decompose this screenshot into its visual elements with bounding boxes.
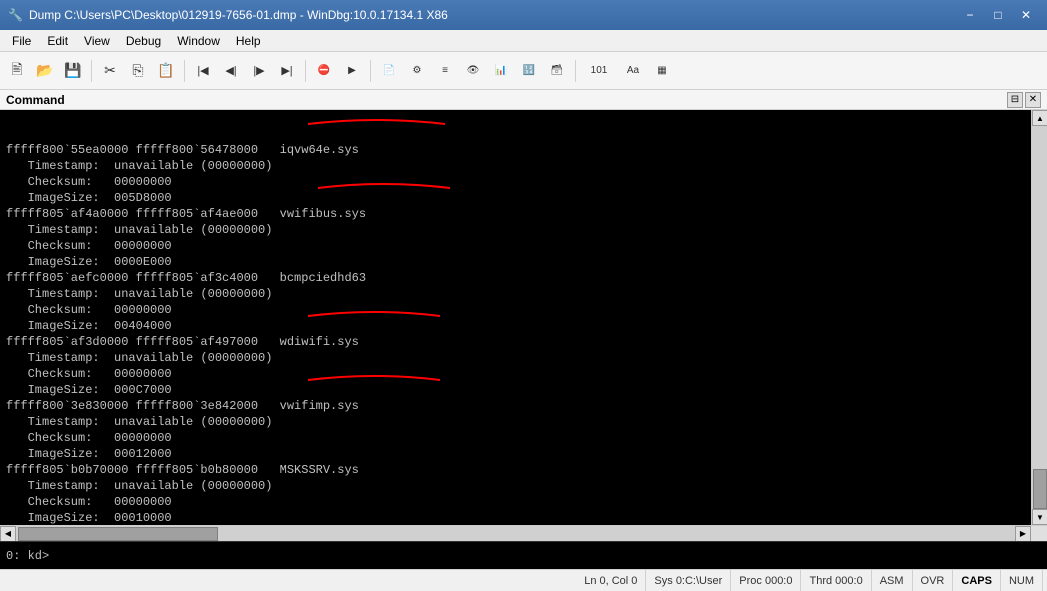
output-line: ImageSize: 00010000 — [6, 510, 1029, 525]
output-line: fffff805`af3d0000 fffff805`af497000 wdiw… — [6, 334, 1029, 350]
output-content: fffff800`55ea0000 fffff800`56478000 iqvw… — [6, 142, 1029, 525]
toolbar-sep-4 — [370, 60, 371, 82]
output-line: ImageSize: 000C7000 — [6, 382, 1029, 398]
toolbar-btn-break[interactable]: ⛔ — [311, 58, 337, 84]
horizontal-scrollbar[interactable]: ◀ ▶ — [0, 526, 1031, 542]
command-panel-header: Command ⊟ ✕ — [0, 90, 1047, 110]
minimize-button[interactable]: − — [957, 5, 983, 25]
toolbar-btn-paste[interactable]: 📋 — [153, 58, 179, 84]
toolbar-sep-2 — [184, 60, 185, 82]
panel-dock-button[interactable]: ⊟ — [1007, 92, 1023, 108]
hscroll-left-arrow[interactable]: ◀ — [0, 526, 16, 542]
hscroll-container: ◀ ▶ — [0, 525, 1047, 541]
toolbar-btn-locals[interactable]: ≡ — [432, 58, 458, 84]
toolbar-btn-8[interactable]: ▶| — [274, 58, 300, 84]
vscroll-track[interactable] — [1032, 126, 1047, 509]
toolbar-btn-call[interactable]: 101 — [581, 58, 617, 84]
toolbar-btn-6[interactable]: ◀| — [218, 58, 244, 84]
command-input[interactable] — [53, 549, 1041, 563]
app-icon: 🔧 — [8, 8, 23, 22]
command-prompt: 0: kd> — [6, 549, 49, 563]
status-proc: Proc 000:0 — [731, 570, 801, 591]
vscroll-down-arrow[interactable]: ▼ — [1032, 509, 1047, 525]
output-line: Timestamp: unavailable (00000000) — [6, 286, 1029, 302]
toolbar-btn-font[interactable]: Aa — [619, 58, 647, 84]
output-line: fffff800`55ea0000 fffff800`56478000 iqvw… — [6, 142, 1029, 158]
output-line: fffff805`b0b70000 fffff805`b0b80000 MSKS… — [6, 462, 1029, 478]
menu-edit[interactable]: Edit — [39, 30, 76, 51]
output-line: Timestamp: unavailable (00000000) — [6, 414, 1029, 430]
output-line: Timestamp: unavailable (00000000) — [6, 350, 1029, 366]
toolbar-btn-regs[interactable]: 🔢 — [516, 58, 542, 84]
window-title: Dump C:\Users\PC\Desktop\012919-7656-01.… — [29, 8, 448, 22]
output-line: Checksum: 00000000 — [6, 366, 1029, 382]
vertical-scrollbar[interactable]: ▲ ▼ — [1031, 110, 1047, 525]
toolbar-btn-cut[interactable]: ✂ — [97, 58, 123, 84]
toolbar-btn-new[interactable]: 🖹 — [4, 58, 30, 84]
toolbar-btn-copy[interactable]: ⎘ — [125, 58, 151, 84]
status-asm: ASM — [872, 570, 913, 591]
menu-file[interactable]: File — [4, 30, 39, 51]
output-line: fffff805`aefc0000 fffff805`af3c4000 bcmp… — [6, 270, 1029, 286]
menu-help[interactable]: Help — [228, 30, 269, 51]
output-line: Checksum: 00000000 — [6, 430, 1029, 446]
toolbar-btn-asm[interactable]: ⚙ — [404, 58, 430, 84]
output-line: Timestamp: unavailable (00000000) — [6, 222, 1029, 238]
status-caps: CAPS — [953, 570, 1001, 591]
status-ln-col: Ln 0, Col 0 — [576, 570, 646, 591]
toolbar-btn-save[interactable]: 💾 — [60, 58, 86, 84]
scroll-corner — [1031, 526, 1047, 542]
output-line: ImageSize: 0000E000 — [6, 254, 1029, 270]
toolbar-sep-3 — [305, 60, 306, 82]
output-line: Timestamp: unavailable (00000000) — [6, 478, 1029, 494]
status-thrd: Thrd 000:0 — [801, 570, 871, 591]
output-line: Checksum: 00000000 — [6, 302, 1029, 318]
vscroll-thumb[interactable] — [1033, 469, 1047, 509]
maximize-button[interactable]: □ — [985, 5, 1011, 25]
panel-close-button[interactable]: ✕ — [1025, 92, 1041, 108]
command-input-area: 0: kd> — [0, 541, 1047, 569]
output-line: fffff800`3e830000 fffff800`3e842000 vwif… — [6, 398, 1029, 414]
close-button[interactable]: ✕ — [1013, 5, 1039, 25]
hscroll-thumb[interactable] — [18, 527, 218, 541]
command-panel-title: Command — [6, 93, 65, 107]
status-bar: Ln 0, Col 0 Sys 0:C:\User Proc 000:0 Thr… — [0, 569, 1047, 591]
toolbar: 🖹 📂 💾 ✂ ⎘ 📋 |◀ ◀| |▶ ▶| ⛔ ▶ 📄 ⚙ ≡ 👁 📊 🔢 … — [0, 52, 1047, 90]
menu-bar: File Edit View Debug Window Help — [0, 30, 1047, 52]
toolbar-btn-mem[interactable]: 🗃 — [544, 58, 570, 84]
output-line: ImageSize: 005D8000 — [6, 190, 1029, 206]
toolbar-btn-go[interactable]: ▶ — [339, 58, 365, 84]
output-line: ImageSize: 00012000 — [6, 446, 1029, 462]
toolbar-btn-opts[interactable]: ▦ — [649, 58, 675, 84]
menu-debug[interactable]: Debug — [118, 30, 169, 51]
output-line: Checksum: 00000000 — [6, 494, 1029, 510]
hscroll-right-arrow[interactable]: ▶ — [1015, 526, 1031, 542]
status-num: NUM — [1001, 570, 1043, 591]
output-line: Timestamp: unavailable (00000000) — [6, 158, 1029, 174]
output-line: ImageSize: 00404000 — [6, 318, 1029, 334]
main-area: fffff800`55ea0000 fffff800`56478000 iqvw… — [0, 110, 1047, 569]
title-bar: 🔧 Dump C:\Users\PC\Desktop\012919-7656-0… — [0, 0, 1047, 30]
toolbar-btn-watch[interactable]: 👁 — [460, 58, 486, 84]
output-line: Checksum: 00000000 — [6, 174, 1029, 190]
output-line: fffff805`af4a0000 fffff805`af4ae000 vwif… — [6, 206, 1029, 222]
output-line: Checksum: 00000000 — [6, 238, 1029, 254]
toolbar-btn-source[interactable]: 📄 — [376, 58, 402, 84]
menu-view[interactable]: View — [76, 30, 118, 51]
hscroll-track[interactable] — [16, 526, 1015, 542]
toolbar-sep-5 — [575, 60, 576, 82]
vscroll-up-arrow[interactable]: ▲ — [1032, 110, 1047, 126]
menu-window[interactable]: Window — [169, 30, 228, 51]
status-ovr: OVR — [913, 570, 954, 591]
toolbar-sep-1 — [91, 60, 92, 82]
toolbar-btn-stack[interactable]: 📊 — [488, 58, 514, 84]
toolbar-btn-7[interactable]: |▶ — [246, 58, 272, 84]
toolbar-btn-5[interactable]: |◀ — [190, 58, 216, 84]
output-area[interactable]: fffff800`55ea0000 fffff800`56478000 iqvw… — [0, 110, 1047, 525]
toolbar-btn-open[interactable]: 📂 — [32, 58, 58, 84]
status-sys: Sys 0:C:\User — [646, 570, 731, 591]
